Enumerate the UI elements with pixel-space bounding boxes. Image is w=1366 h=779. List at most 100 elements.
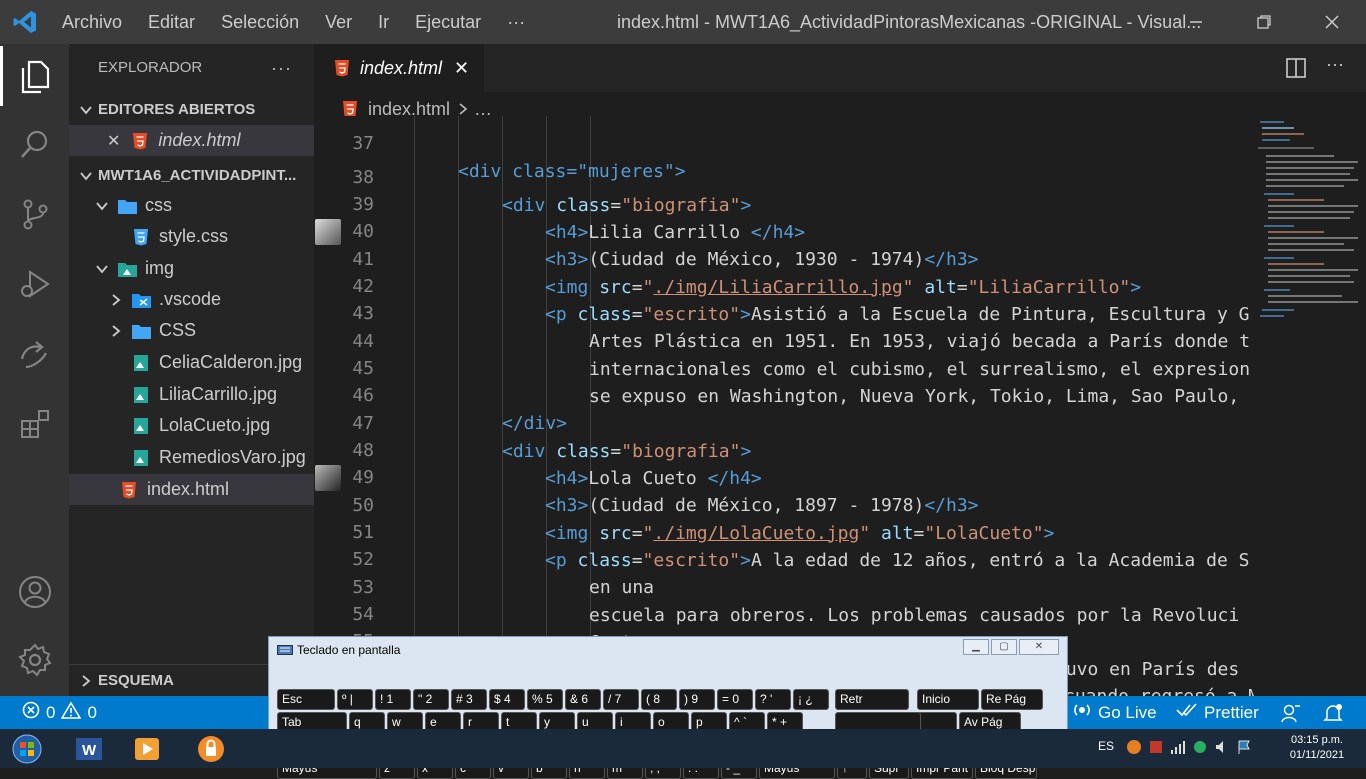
remote-icon[interactable] <box>0 324 69 384</box>
tab-label: index.html <box>360 57 443 78</box>
prettier-label: Prettier <box>1204 702 1259 722</box>
tree-folder-vscode[interactable]: .vscode <box>69 284 314 315</box>
tree-file-index[interactable]: index.html <box>69 474 314 505</box>
folder-css-icon <box>131 321 151 341</box>
chevron-right-icon <box>77 674 95 688</box>
key[interactable]: ! 1 <box>375 689 411 710</box>
tree-file-image[interactable]: LiliaCarrillo.jpg <box>69 379 314 410</box>
system-tray <box>1126 739 1252 760</box>
menu-ver[interactable]: Ver <box>313 0 366 44</box>
project-label: MWT1A6_ACTIVIDADPINT... <box>98 167 297 184</box>
minimize-icon[interactable]: ▁ <box>963 639 989 655</box>
tree-file-image[interactable]: CeliaCalderon.jpg <box>69 347 314 378</box>
key[interactable]: % 5 <box>527 689 563 710</box>
code-line: 43 Artes Plástica en 1951. En 1953, viaj… <box>314 273 1254 351</box>
code-line: 54 Cueto en <box>314 574 1254 652</box>
key[interactable]: = 0 <box>717 689 753 710</box>
start-button-icon[interactable] <box>10 732 44 766</box>
code-line: 46 </div> <box>314 355 1254 433</box>
key[interactable]: $ 4 <box>489 689 525 710</box>
html5-icon <box>119 480 139 500</box>
menu-editar[interactable]: Editar <box>136 0 209 44</box>
flag-icon[interactable] <box>1236 739 1252 760</box>
code-line: 42 <p class="escrito">Asistió a la Escue… <box>314 246 1254 324</box>
tree-label: CSS <box>159 320 197 340</box>
key[interactable]: Re Pág <box>981 689 1043 710</box>
tray-app-icon[interactable] <box>1148 739 1164 760</box>
tree-file-image[interactable]: RemediosVaro.jpg <box>69 442 314 473</box>
folder-images-icon <box>117 259 137 279</box>
menu-archivo[interactable]: Archivo <box>50 0 136 44</box>
word-app-icon[interactable]: W <box>72 732 106 766</box>
window-controls <box>1162 0 1366 44</box>
close-icon[interactable] <box>1298 0 1366 44</box>
extensions-icon[interactable] <box>0 394 69 454</box>
key[interactable]: Inicio <box>917 689 979 710</box>
key[interactable]: º | <box>337 689 373 710</box>
code-line: 48 <h4>Lola Cueto </h4> <box>314 410 1254 488</box>
code-editor[interactable]: 37 <div class="mujeres"> 38 <div class="… <box>314 116 1254 696</box>
minimize-icon[interactable] <box>1162 0 1230 44</box>
go-live-button[interactable]: Go Live <box>1072 696 1157 729</box>
explorer-header: EXPLORADOR ··· <box>69 44 314 92</box>
open-editors-section[interactable]: EDITORES ABIERTOS <box>69 94 314 125</box>
menu-ir[interactable]: Ir <box>366 0 403 44</box>
go-live-label: Go Live <box>1098 702 1157 722</box>
key[interactable]: / 7 <box>603 689 639 710</box>
code-line: 47 <div class="biografia"> <box>314 383 1254 461</box>
key[interactable]: ) 9 <box>679 689 715 710</box>
image-preview-thumbnail <box>315 465 341 491</box>
feedback-icon[interactable] <box>1280 696 1302 729</box>
network-signal-icon[interactable] <box>1170 739 1186 760</box>
restore-icon[interactable]: ▢ <box>991 639 1017 655</box>
tree-folder-img[interactable]: img <box>69 253 314 284</box>
key[interactable]: ( 8 <box>641 689 677 710</box>
svg-text:W: W <box>82 742 97 759</box>
key[interactable]: # 3 <box>451 689 487 710</box>
key[interactable]: & 6 <box>565 689 601 710</box>
tree-folder-css[interactable]: css <box>69 190 314 221</box>
menu-seleccion[interactable]: Selección <box>209 0 313 44</box>
tab-index-html[interactable]: index.html ✕ <box>314 44 484 92</box>
image-file-icon <box>131 448 151 468</box>
split-editor-icon[interactable] <box>1286 58 1306 83</box>
key[interactable]: ? ' <box>755 689 791 710</box>
account-icon[interactable] <box>0 562 69 622</box>
volume-icon[interactable] <box>1214 739 1230 760</box>
menu-more[interactable]: ··· <box>495 0 539 44</box>
close-editor-icon[interactable]: ✕ <box>107 131 120 151</box>
key[interactable]: Esc <box>277 689 335 710</box>
tree-file-image[interactable]: LolaCueto.jpg <box>69 410 314 441</box>
minimap[interactable] <box>1254 116 1366 696</box>
search-icon[interactable] <box>0 114 69 174</box>
problems-indicator[interactable]: 0 0 <box>22 696 97 729</box>
run-debug-icon[interactable] <box>0 254 69 314</box>
open-editor-index[interactable]: ✕ index.html <box>69 125 314 156</box>
media-player-icon[interactable] <box>130 732 164 766</box>
clock[interactable]: 03:15 p.m. 01/11/2021 <box>1282 733 1352 763</box>
explorer-more-button[interactable]: ··· <box>271 44 292 92</box>
tree-file-style-css[interactable]: style.css <box>69 221 314 252</box>
notifications-bell-icon[interactable] <box>1322 696 1344 729</box>
code-line: 39 <h4>Lilia Carrillo </h4> <box>314 164 1254 242</box>
project-section[interactable]: MWT1A6_ACTIVIDADPINT... <box>69 160 314 191</box>
key[interactable]: " 2 <box>413 689 449 710</box>
settings-gear-icon[interactable] <box>0 630 69 690</box>
source-control-icon[interactable] <box>0 184 69 244</box>
tree-folder-css-upper[interactable]: CSS <box>69 315 314 346</box>
prettier-button[interactable]: Prettier <box>1176 696 1259 729</box>
close-tab-icon[interactable]: ✕ <box>454 58 469 79</box>
explorer-icon[interactable] <box>0 46 69 106</box>
tray-app-icon[interactable] <box>1126 739 1142 760</box>
key[interactable]: Retr <box>835 689 909 710</box>
key[interactable]: ¡ ¿ <box>793 689 829 710</box>
tree-label: RemediosVaro.jpg <box>159 447 306 467</box>
restore-icon[interactable] <box>1230 0 1298 44</box>
vpn-lock-icon[interactable] <box>194 732 228 766</box>
editor-more-icon[interactable]: ··· <box>1326 54 1344 75</box>
input-language[interactable]: ES <box>1098 739 1114 753</box>
outline-label: ESQUEMA <box>98 672 174 689</box>
menu-ejecutar[interactable]: Ejecutar <box>403 0 495 44</box>
tray-app-icon[interactable] <box>1192 739 1208 760</box>
close-icon[interactable]: ✕ <box>1019 639 1059 655</box>
